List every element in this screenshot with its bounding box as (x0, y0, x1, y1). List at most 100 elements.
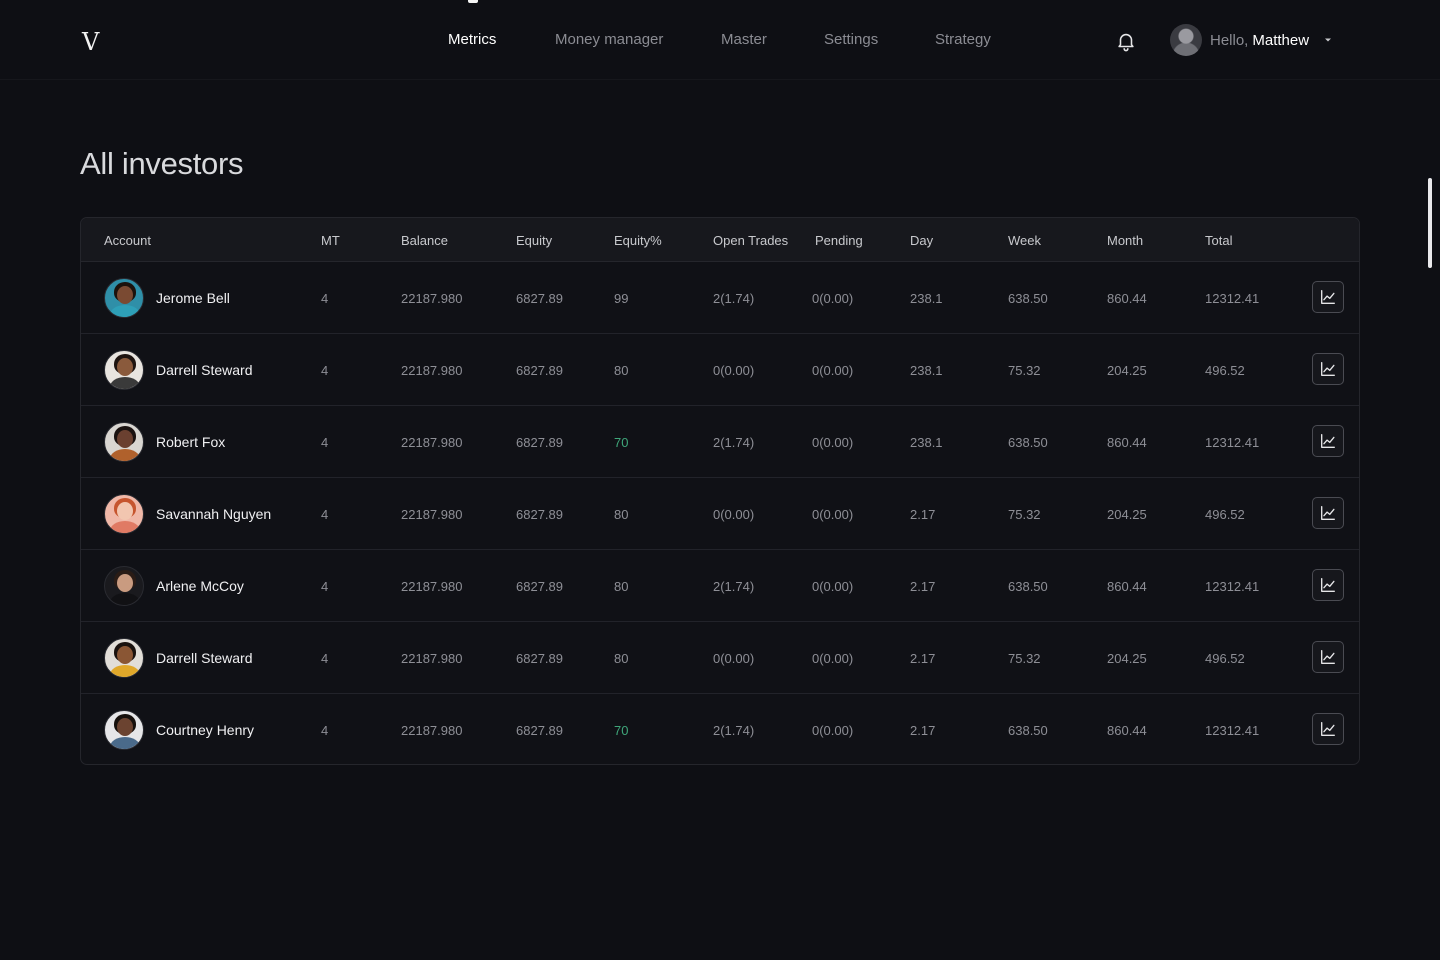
table-row[interactable]: Courtney Henry 4 22187.980 6827.89 70 2(1.74)… (81, 694, 1359, 764)
cell-pending: 0(0.00) (812, 579, 854, 594)
table-row[interactable]: Savannah Nguyen 4 22187.980 6827.89 80 0(0.00… (81, 478, 1359, 550)
cell-week: 75.32 (1008, 363, 1041, 378)
cell-mt: 4 (321, 435, 329, 450)
cell-day: 2.17 (910, 651, 936, 666)
bell-icon[interactable] (1115, 30, 1137, 52)
user-avatar (1170, 24, 1202, 56)
nav-item-strategy[interactable]: Strategy (935, 31, 991, 48)
account-cell[interactable]: Courtney Henry (104, 710, 254, 750)
cell-balance: 22187.980 (401, 651, 463, 666)
account-cell[interactable]: Robert Fox (104, 422, 225, 462)
view-chart-button[interactable] (1312, 497, 1344, 529)
account-name: Arlene McCoy (156, 578, 244, 594)
column-header-account[interactable]: Account (104, 233, 151, 248)
cell-month: 204.25 (1107, 507, 1147, 522)
view-chart-button[interactable] (1312, 425, 1344, 457)
cell-month: 860.44 (1107, 435, 1147, 450)
cell-month: 860.44 (1107, 579, 1147, 594)
nav-item-money-manager[interactable]: Money manager (555, 31, 663, 48)
nav-item-settings[interactable]: Settings (824, 31, 878, 48)
cell-week: 638.50 (1008, 291, 1048, 306)
table-row[interactable]: Jerome Bell 4 22187.980 6827.89 99 2(1.74) 0(0… (81, 262, 1359, 334)
line-chart-icon (1321, 722, 1335, 736)
vertical-scrollbar[interactable] (1428, 178, 1432, 268)
cell-mt: 4 (321, 507, 329, 522)
column-header-balance[interactable]: Balance (401, 233, 448, 248)
investors-table: Account MT Balance Equity Equity% Open T… (80, 217, 1360, 765)
cell-total: 496.52 (1205, 651, 1245, 666)
top-navigation-bar: V Metrics Money manager Master Settings … (0, 0, 1440, 80)
view-chart-button[interactable] (1312, 713, 1344, 745)
column-header-total[interactable]: Total (1205, 233, 1232, 248)
cell-total: 12312.41 (1205, 723, 1260, 738)
cell-open-trades: 0(0.00) (713, 507, 755, 522)
cell-balance: 22187.980 (401, 291, 463, 306)
view-chart-button[interactable] (1312, 569, 1344, 601)
cell-balance: 22187.980 (401, 723, 463, 738)
cell-month: 860.44 (1107, 723, 1147, 738)
column-header-pending[interactable]: Pending (815, 233, 863, 248)
nav-item-master[interactable]: Master (721, 31, 767, 48)
account-cell[interactable]: Darrell Steward (104, 638, 252, 678)
cell-month: 860.44 (1107, 291, 1147, 306)
column-header-equity-percent[interactable]: Equity% (614, 233, 662, 248)
nav-item-metrics[interactable]: Metrics (448, 31, 496, 48)
line-chart-icon (1321, 434, 1335, 448)
table-row[interactable]: Robert Fox 4 22187.980 6827.89 70 2(1.74) 0(0.… (81, 406, 1359, 478)
page-title: All investors (80, 146, 244, 181)
column-header-month[interactable]: Month (1107, 233, 1143, 248)
cell-week: 638.50 (1008, 435, 1048, 450)
avatar (104, 278, 144, 318)
avatar (104, 710, 144, 750)
account-cell[interactable]: Savannah Nguyen (104, 494, 271, 534)
view-chart-button[interactable] (1312, 641, 1344, 673)
table-row[interactable]: Darrell Steward 4 22187.980 6827.89 80 0(0.00… (81, 334, 1359, 406)
line-chart-icon (1321, 578, 1335, 592)
cell-total: 496.52 (1205, 363, 1245, 378)
cell-week: 638.50 (1008, 723, 1048, 738)
cell-equity: 6827.89 (516, 579, 563, 594)
column-header-open-trades[interactable]: Open Trades (713, 233, 788, 248)
user-name: Matthew (1252, 31, 1310, 49)
cell-equity: 6827.89 (516, 507, 563, 522)
cell-total: 12312.41 (1205, 435, 1260, 450)
column-header-mt[interactable]: MT (321, 233, 340, 248)
account-cell[interactable]: Jerome Bell (104, 278, 230, 318)
cell-balance: 22187.980 (401, 579, 463, 594)
cell-balance: 22187.980 (401, 435, 463, 450)
cell-week: 638.50 (1008, 579, 1048, 594)
cell-open-trades: 0(0.00) (713, 363, 755, 378)
cell-open-trades: 2(1.74) (713, 579, 755, 594)
account-cell[interactable]: Arlene McCoy (104, 566, 244, 606)
cell-equity-percent: 70 (614, 723, 629, 738)
cell-total: 12312.41 (1205, 291, 1260, 306)
cell-mt: 4 (321, 651, 329, 666)
cell-week: 75.32 (1008, 507, 1041, 522)
table-row[interactable]: Arlene McCoy 4 22187.980 6827.89 80 2(1.74) 0(… (81, 550, 1359, 622)
cell-month: 204.25 (1107, 651, 1147, 666)
column-header-week[interactable]: Week (1008, 233, 1041, 248)
cell-pending: 0(0.00) (812, 651, 854, 666)
view-chart-button[interactable] (1312, 281, 1344, 313)
cell-day: 238.1 (910, 291, 943, 306)
column-header-day[interactable]: Day (910, 233, 933, 248)
cell-mt: 4 (321, 579, 329, 594)
page: V Metrics Money manager Master Settings … (0, 0, 1440, 960)
table-header: Account MT Balance Equity Equity% Open T… (81, 218, 1359, 262)
user-menu[interactable]: Hello, Matthew (1170, 24, 1333, 56)
cell-day: 238.1 (910, 435, 943, 450)
table-body: Jerome Bell 4 22187.980 6827.89 99 2(1.74) 0(0… (81, 262, 1359, 764)
view-chart-button[interactable] (1312, 353, 1344, 385)
avatar (104, 494, 144, 534)
cell-equity: 6827.89 (516, 723, 563, 738)
user-greeting: Hello, (1210, 31, 1249, 49)
cell-pending: 0(0.00) (812, 363, 854, 378)
avatar (104, 566, 144, 606)
cell-day: 238.1 (910, 363, 943, 378)
column-header-equity[interactable]: Equity (516, 233, 552, 248)
cell-pending: 0(0.00) (812, 507, 854, 522)
cell-day: 2.17 (910, 579, 936, 594)
account-cell[interactable]: Darrell Steward (104, 350, 252, 390)
cell-mt: 4 (321, 363, 329, 378)
table-row[interactable]: Darrell Steward 4 22187.980 6827.89 80 0(0.00… (81, 622, 1359, 694)
